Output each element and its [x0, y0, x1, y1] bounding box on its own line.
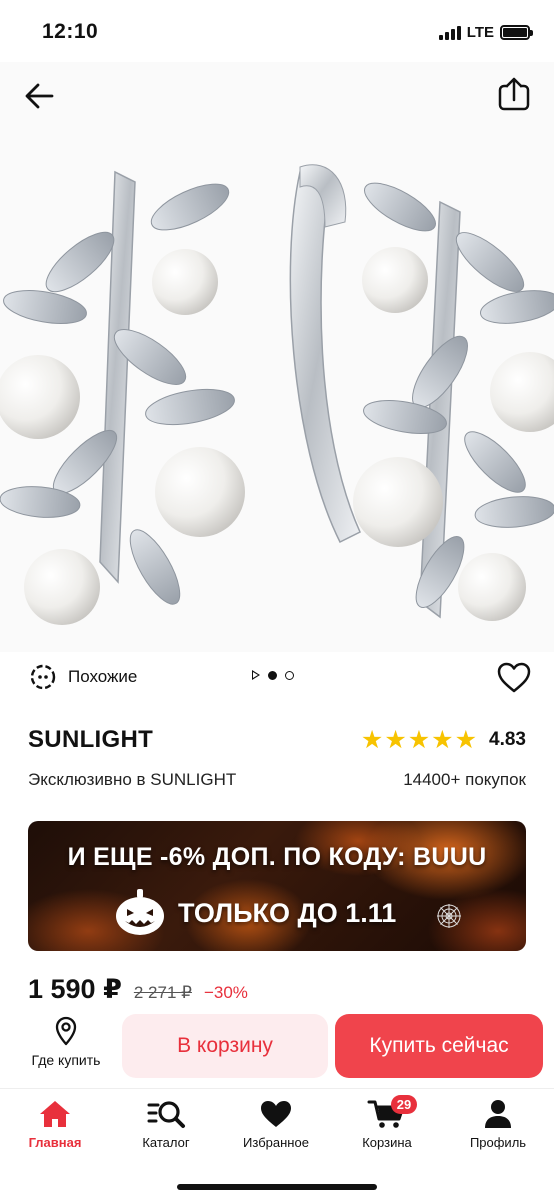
product-image[interactable]: [0, 62, 554, 652]
cart-badge: 29: [391, 1095, 417, 1114]
star-icon: ★: [384, 726, 407, 754]
share-icon: [498, 77, 530, 111]
similar-label: Похожие: [68, 667, 138, 686]
brand-name[interactable]: SUNLIGHT: [28, 726, 153, 754]
location-pin-icon: [55, 1016, 77, 1046]
pagination-dot[interactable]: [285, 670, 294, 680]
nav-item-catalog[interactable]: Каталог: [116, 1099, 216, 1150]
star-icon: ★: [454, 726, 478, 754]
promo-deadline-text: ТОЛЬКО ДО 1.11: [178, 898, 397, 928]
status-time: 12:10: [42, 20, 99, 43]
nav-item-profile[interactable]: Профиль: [448, 1099, 548, 1150]
status-bar: 12:10 LTE: [0, 0, 554, 62]
home-indicator: [177, 1184, 377, 1190]
promo-banner[interactable]: И ЕЩЕ -6% ДОП. ПО КОДУ: BUUU ТОЛЬКО ДО 1…: [28, 821, 526, 951]
current-price: 1 590 ₽: [28, 974, 122, 1004]
nav-item-home[interactable]: Главная: [5, 1099, 105, 1150]
pumpkin-icon: [116, 889, 164, 935]
star-icon: ★: [407, 726, 431, 754]
profile-icon: [485, 1100, 511, 1128]
similar-icon: [30, 664, 56, 690]
buy-now-button[interactable]: Купить сейчас: [335, 1014, 543, 1078]
where-to-buy-label: Где купить: [31, 1052, 101, 1068]
heart-icon: [261, 1101, 291, 1127]
share-button[interactable]: [496, 76, 532, 112]
favorite-button[interactable]: [496, 660, 532, 696]
nav-label-catalog: Каталог: [142, 1135, 190, 1150]
arrow-left-icon: [25, 83, 54, 109]
star-icon: ★: [431, 726, 454, 754]
price-row: 1 590 ₽ 2 271 ₽ −30%: [28, 974, 248, 1005]
nav-label-favorites: Избранное: [243, 1135, 309, 1150]
rating-value: 4.83: [489, 729, 526, 750]
nav-label-cart: Корзина: [362, 1135, 412, 1150]
purchases-count: 14400+ покупок: [403, 770, 526, 789]
catalog-search-icon: [147, 1101, 185, 1128]
nav-item-favorites[interactable]: Избранное: [226, 1099, 326, 1150]
similar-button[interactable]: Похожие: [28, 662, 137, 692]
gallery-pagination: [252, 670, 294, 680]
earrings-image: [0, 164, 554, 625]
rating-stars: ★ ★ ★ ★ ★: [360, 726, 478, 754]
spiderweb-icon: [437, 904, 461, 928]
pagination-dot-active[interactable]: [268, 670, 277, 680]
battery-icon: [500, 25, 533, 40]
discount-badge: −30%: [203, 983, 248, 1002]
promo-code-text: И ЕЩЕ -6% ДОП. ПО КОДУ: BUUU: [67, 843, 487, 871]
where-to-buy-button[interactable]: Где купить: [24, 1016, 108, 1070]
exclusive-label: Эксклюзивно в SUNLIGHT: [28, 770, 237, 789]
product-rating[interactable]: ★ ★ ★ ★ ★ 4.83: [360, 726, 526, 754]
star-icon: ★: [360, 726, 384, 754]
old-price: 2 271 ₽: [133, 983, 192, 1002]
nav-label-profile: Профиль: [469, 1135, 527, 1150]
signal-icon: [438, 25, 461, 40]
home-icon: [40, 1101, 70, 1127]
heart-outline-icon: [497, 662, 531, 693]
nav-item-cart[interactable]: 29 Корзина: [337, 1095, 437, 1150]
status-indicators: LTE: [438, 24, 533, 41]
video-play-icon[interactable]: [252, 670, 260, 680]
network-label: LTE: [466, 24, 494, 41]
bottom-navigation: Главная Каталог Избранное 29 Корзина Про…: [0, 1088, 554, 1200]
back-button[interactable]: [22, 78, 58, 114]
add-to-cart-button[interactable]: В корзину: [122, 1014, 328, 1078]
nav-label-home: Главная: [28, 1135, 82, 1150]
